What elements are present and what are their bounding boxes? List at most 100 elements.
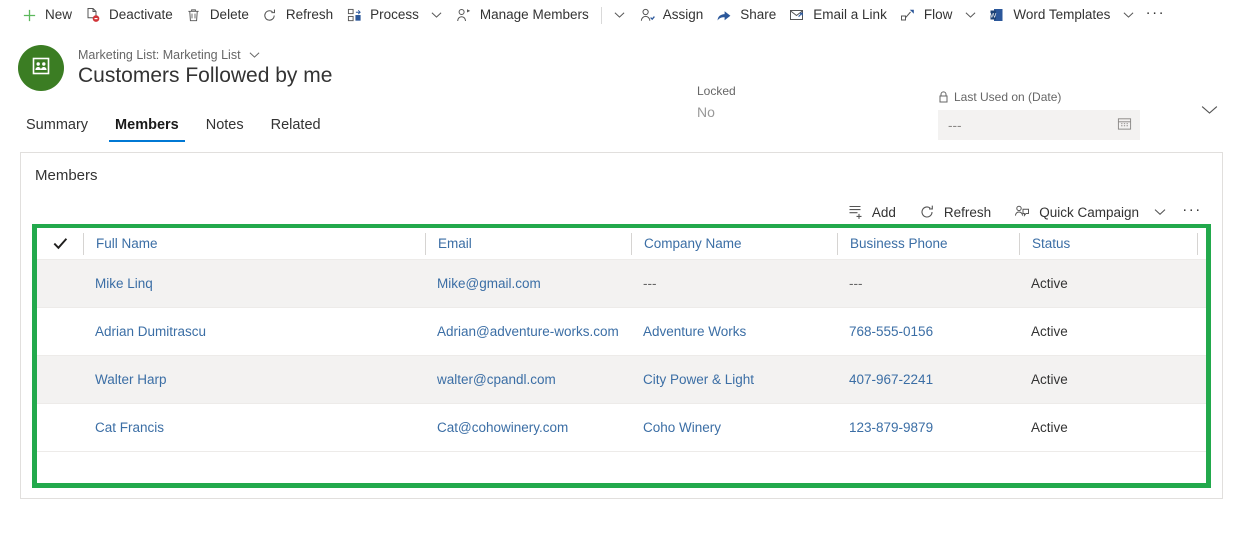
email-link-icon: [788, 6, 806, 24]
command-email-a-link[interactable]: Email a Link: [782, 0, 893, 30]
column-header-email[interactable]: Email: [425, 232, 631, 255]
chevron-down-icon: [614, 12, 625, 18]
command-assign-label: Assign: [662, 7, 704, 23]
tab-summary[interactable]: Summary: [18, 117, 96, 142]
header-expand-button[interactable]: [1197, 98, 1221, 122]
column-header-status[interactable]: Status: [1019, 232, 1197, 255]
column-header-business-phone[interactable]: Business Phone: [837, 232, 1019, 255]
command-process-label: Process: [370, 7, 419, 23]
command-refresh-label: Refresh: [285, 7, 334, 23]
last-used-label-text: Last Used on (Date): [954, 90, 1062, 104]
quick-campaign-icon: [1013, 203, 1031, 221]
flow-icon: [899, 6, 917, 24]
subgrid-add-label: Add: [871, 204, 896, 220]
table-row[interactable]: Adrian Dumitrascu Adrian@adventure-works…: [37, 308, 1206, 355]
add-row-icon: [846, 203, 864, 221]
deactivate-icon: [84, 6, 102, 24]
members-grid: Full Name Email Company Name Business Ph…: [37, 228, 1206, 483]
subgrid-quick-campaign-caret[interactable]: [1147, 208, 1170, 216]
share-icon: [715, 6, 733, 24]
word-icon: W: [988, 6, 1006, 24]
cell-full-name[interactable]: Mike Linq: [83, 276, 425, 291]
cell-business-phone[interactable]: 407-967-2241: [837, 372, 1019, 387]
command-delete-label: Delete: [209, 7, 249, 23]
command-process-caret[interactable]: [425, 0, 449, 30]
cell-email[interactable]: Cat@cohowinery.com: [425, 420, 631, 435]
record-titles: Marketing List: Marketing List Customers…: [78, 48, 332, 88]
table-row[interactable]: Cat Francis Cat@cohowinery.com Coho Wine…: [37, 404, 1206, 451]
table-row[interactable]: Walter Harp walter@cpandl.com City Power…: [37, 356, 1206, 403]
cell-company-name: ---: [643, 276, 657, 291]
command-flow[interactable]: Flow: [893, 0, 959, 30]
subgrid-overflow-button[interactable]: ···: [1178, 197, 1206, 227]
column-header-end-divider: [1197, 232, 1206, 255]
subgrid-highlight-frame: Full Name Email Company Name Business Ph…: [32, 224, 1211, 488]
subgrid-quick-campaign-label: Quick Campaign: [1039, 204, 1139, 220]
manage-members-icon: [455, 6, 473, 24]
command-manage-members[interactable]: Manage Members: [449, 0, 595, 30]
cell-status: Active: [1031, 324, 1068, 339]
locked-value: No: [697, 104, 715, 120]
chevron-down-icon: [1154, 209, 1166, 216]
chevron-down-icon: [1201, 106, 1217, 114]
entity-breadcrumb-label: Marketing List: Marketing List: [78, 47, 241, 62]
chevron-down-icon: [965, 12, 976, 18]
refresh-icon: [918, 203, 936, 221]
last-used-label: Last Used on (Date): [938, 90, 1140, 104]
calendar-icon[interactable]: [1117, 116, 1132, 134]
cell-business-phone[interactable]: 123-879-9879: [837, 420, 1019, 435]
entity-breadcrumb[interactable]: Marketing List: Marketing List: [78, 48, 332, 62]
header-field-locked: Locked No: [697, 84, 736, 120]
chevron-down-icon: [431, 12, 442, 18]
tab-notes[interactable]: Notes: [198, 117, 252, 142]
command-deactivate-label: Deactivate: [109, 7, 173, 23]
command-assign[interactable]: Assign: [632, 0, 710, 30]
column-header-company-name[interactable]: Company Name: [631, 232, 837, 255]
chevron-down-icon: [1123, 12, 1134, 18]
cell-business-phone[interactable]: 768-555-0156: [837, 324, 1019, 339]
command-refresh[interactable]: Refresh: [255, 0, 339, 30]
members-subgrid-panel: Members Add Refresh Quick Campaign ··· F…: [20, 152, 1223, 499]
command-deactivate[interactable]: Deactivate: [78, 0, 179, 30]
lock-icon: [938, 91, 949, 103]
command-process[interactable]: Process: [339, 0, 425, 30]
svg-text:W: W: [990, 13, 997, 20]
page-title: Customers Followed by me: [78, 63, 333, 87]
cell-full-name[interactable]: Cat Francis: [83, 420, 425, 435]
command-share[interactable]: Share: [709, 0, 782, 30]
process-icon: [345, 6, 363, 24]
command-overflow-button[interactable]: ···: [1140, 0, 1170, 30]
command-word-templates[interactable]: W Word Templates: [982, 0, 1116, 30]
cell-email[interactable]: Adrian@adventure-works.com: [425, 324, 631, 339]
checkmark-icon: [53, 238, 67, 250]
chevron-down-icon[interactable]: [249, 51, 260, 59]
cell-full-name[interactable]: Walter Harp: [83, 372, 425, 387]
command-overflow-caret-left[interactable]: [608, 0, 632, 30]
grid-header-row: Full Name Email Company Name Business Ph…: [37, 228, 1206, 260]
cell-status: Active: [1031, 420, 1068, 435]
command-flow-caret[interactable]: [958, 0, 982, 30]
cell-email[interactable]: walter@cpandl.com: [425, 372, 631, 387]
assign-icon: [638, 6, 656, 24]
select-all-checkbox[interactable]: [37, 233, 83, 255]
command-word-templates-caret[interactable]: [1116, 0, 1140, 30]
cell-company-name[interactable]: Coho Winery: [631, 420, 837, 435]
cell-company-name[interactable]: Adventure Works: [631, 324, 837, 339]
command-new[interactable]: New: [14, 0, 78, 30]
command-divider: [600, 6, 602, 24]
cell-email[interactable]: Mike@gmail.com: [425, 276, 631, 291]
cell-company-name[interactable]: City Power & Light: [631, 372, 837, 387]
tab-members[interactable]: Members: [107, 117, 187, 142]
command-share-label: Share: [740, 7, 777, 23]
record-header: Marketing List: Marketing List Customers…: [0, 30, 1243, 140]
command-manage-members-label: Manage Members: [479, 7, 589, 23]
header-field-last-used: Last Used on (Date) ---: [938, 90, 1140, 140]
column-header-full-name[interactable]: Full Name: [83, 232, 425, 255]
cell-status: Active: [1031, 372, 1068, 387]
command-delete[interactable]: Delete: [179, 0, 255, 30]
table-row[interactable]: Mike Linq Mike@gmail.com --- --- Active: [37, 260, 1206, 307]
marketing-list-icon: [30, 55, 52, 82]
tab-related[interactable]: Related: [263, 117, 329, 142]
cell-full-name[interactable]: Adrian Dumitrascu: [83, 324, 425, 339]
last-used-date-input[interactable]: ---: [938, 110, 1140, 140]
